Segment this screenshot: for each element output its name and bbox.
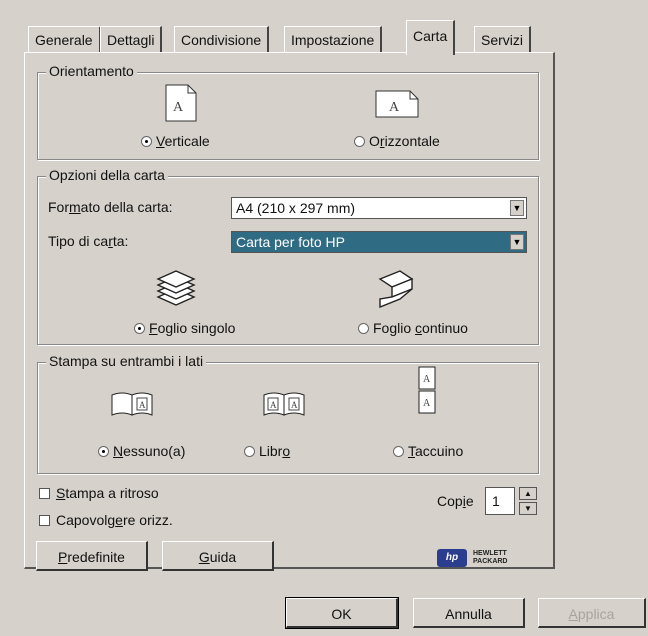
radio-dot bbox=[354, 135, 365, 147]
landscape-page-icon: A bbox=[375, 90, 419, 118]
radio-dot bbox=[141, 135, 152, 147]
svg-text:A: A bbox=[173, 100, 184, 115]
radio-dot bbox=[358, 322, 369, 334]
svg-text:A: A bbox=[139, 400, 146, 410]
paper-format-select[interactable]: A4 (210 x 297 mm) ▼ bbox=[231, 197, 527, 219]
svg-text:A: A bbox=[423, 374, 431, 385]
duplex-book-icon: A A bbox=[263, 392, 305, 416]
radio-libro[interactable]: Libro bbox=[244, 443, 290, 459]
chevron-down-icon[interactable]: ▼ bbox=[510, 234, 524, 250]
tab-impostazione[interactable]: Impostazione bbox=[284, 26, 383, 53]
checkbox-stampa-ritroso[interactable]: Stampa a ritroso bbox=[39, 485, 159, 501]
checkbox-box bbox=[39, 487, 50, 499]
tab-servizi[interactable]: Servizi bbox=[474, 26, 532, 53]
group-title: Opzioni della carta bbox=[46, 167, 168, 183]
hewlett-packard-logo: hp HEWLETT PACKARD bbox=[437, 549, 507, 567]
svg-text:A: A bbox=[389, 100, 400, 115]
hp-mark: hp bbox=[437, 549, 467, 567]
chevron-down-icon[interactable]: ▼ bbox=[510, 200, 524, 216]
radio-dot bbox=[244, 445, 255, 457]
single-sheet-stack-icon bbox=[156, 270, 196, 306]
tab-label: Carta bbox=[413, 28, 448, 44]
copies-label: Copie bbox=[437, 493, 474, 509]
select-value: Carta per foto HP bbox=[236, 234, 345, 250]
tab-carta[interactable]: Carta bbox=[406, 20, 456, 55]
tab-label: Dettagli bbox=[107, 32, 155, 48]
radio-dot bbox=[134, 322, 145, 334]
button-label: OK bbox=[331, 606, 352, 622]
group-title: Orientamento bbox=[46, 63, 137, 79]
checkbox-label: Capovolgere orizz. bbox=[56, 512, 173, 528]
help-button[interactable]: Guida bbox=[162, 541, 274, 571]
radio-foglio-continuo[interactable]: Foglio continuo bbox=[358, 320, 468, 336]
button-label: Predefinite bbox=[58, 549, 125, 565]
radio-dot bbox=[393, 445, 404, 457]
radio-label: Nessuno(a) bbox=[113, 443, 186, 459]
paper-type-label: Tipo di carta: bbox=[48, 233, 129, 249]
svg-text:A: A bbox=[423, 398, 431, 409]
tab-generale[interactable]: Generale bbox=[28, 26, 101, 53]
checkbox-capovolgere[interactable]: Capovolgere orizz. bbox=[39, 512, 173, 528]
radio-orizzontale[interactable]: Orizzontale bbox=[354, 133, 440, 149]
radio-label: Foglio continuo bbox=[373, 320, 468, 336]
tab-label: Condivisione bbox=[181, 32, 262, 48]
duplex-none-book-icon: A bbox=[111, 392, 153, 416]
svg-text:A: A bbox=[270, 400, 277, 410]
tab-dettagli[interactable]: Dettagli bbox=[100, 26, 163, 53]
radio-nessuno[interactable]: Nessuno(a) bbox=[98, 443, 185, 459]
group-title: Stampa su entrambi i lati bbox=[46, 353, 207, 369]
hp-logo-text: HEWLETT PACKARD bbox=[473, 550, 508, 565]
paper-format-label: Formato della carta: bbox=[48, 199, 173, 215]
orientation-group: Orientamento A A Verticale Orizzontale bbox=[37, 63, 539, 160]
radio-foglio-singolo[interactable]: Foglio singolo bbox=[134, 320, 235, 336]
radio-taccuino[interactable]: Taccuino bbox=[393, 443, 463, 459]
cancel-button[interactable]: Annulla bbox=[413, 598, 525, 628]
increment-icon[interactable]: ▲ bbox=[519, 487, 537, 500]
copies-stepper[interactable]: 1 ▲ ▼ bbox=[485, 487, 539, 515]
tab-label: Generale bbox=[35, 32, 93, 48]
radio-label: Orizzontale bbox=[369, 133, 440, 149]
apply-button[interactable]: Applica bbox=[538, 598, 646, 628]
decrement-icon[interactable]: ▼ bbox=[519, 502, 537, 515]
ok-button[interactable]: OK bbox=[285, 597, 399, 629]
svg-text:A: A bbox=[291, 400, 298, 410]
tab-label: Servizi bbox=[481, 32, 524, 48]
radio-label: Verticale bbox=[156, 133, 210, 149]
tab-label: Impostazione bbox=[291, 32, 375, 48]
button-label: Applica bbox=[568, 606, 615, 622]
checkbox-label: Stampa a ritroso bbox=[56, 485, 159, 501]
checkbox-box bbox=[39, 514, 50, 526]
radio-verticale[interactable]: Verticale bbox=[141, 133, 210, 149]
duplex-notebook-icon: A A bbox=[418, 366, 436, 414]
portrait-page-icon: A bbox=[165, 84, 197, 122]
duplex-group: Stampa su entrambi i lati A A A A A Ness… bbox=[37, 353, 539, 474]
button-label: Annulla bbox=[445, 606, 492, 622]
paper-type-select[interactable]: Carta per foto HP ▼ bbox=[231, 231, 527, 253]
radio-label: Libro bbox=[259, 443, 291, 459]
radio-label: Foglio singolo bbox=[149, 320, 236, 336]
radio-dot bbox=[98, 445, 109, 457]
paper-options-group: Opzioni della carta Formato della carta:… bbox=[37, 167, 539, 345]
stepper-arrows: ▲ ▼ bbox=[519, 487, 537, 515]
select-value: A4 (210 x 297 mm) bbox=[236, 200, 356, 216]
tab-condivisione[interactable]: Condivisione bbox=[174, 26, 270, 53]
button-label: Guida bbox=[198, 549, 237, 565]
continuous-sheet-icon bbox=[378, 270, 414, 309]
copies-input[interactable]: 1 bbox=[485, 487, 515, 515]
radio-label: Taccuino bbox=[408, 443, 464, 459]
defaults-button[interactable]: Predefinite bbox=[36, 541, 148, 571]
